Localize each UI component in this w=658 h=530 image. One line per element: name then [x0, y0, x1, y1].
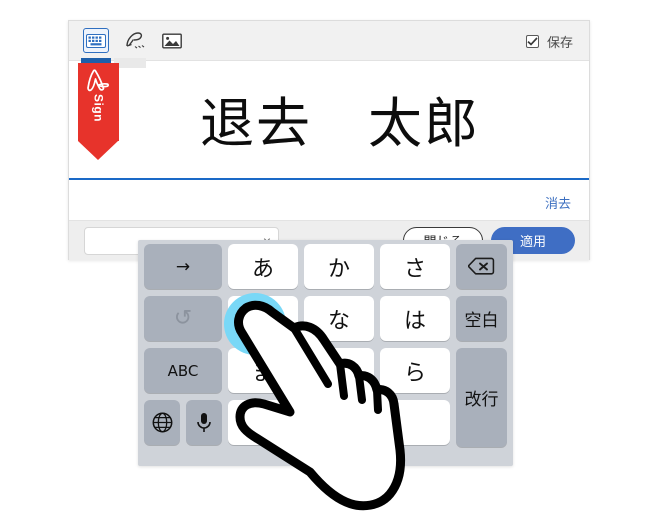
save-checkbox-group[interactable]: 保存	[525, 32, 573, 51]
key-globe[interactable]	[144, 400, 180, 445]
key-undo[interactable]: ↺	[144, 296, 222, 341]
screenshot-root: 保存 退去 太郎 消去 × 閉じる 適用	[0, 0, 658, 530]
adobe-sign-ribbon[interactable]: Sign	[78, 63, 119, 160]
signature-text: 退去 太郎	[200, 91, 480, 155]
tool-icon-group	[83, 28, 185, 53]
erase-link[interactable]: 消去	[545, 193, 571, 212]
hand-cursor-icon	[228, 300, 418, 520]
erase-row: 消去	[69, 180, 589, 220]
mic-icon	[196, 412, 212, 434]
key-ka[interactable]: か	[304, 244, 374, 289]
image-icon	[162, 33, 182, 49]
save-checkbox[interactable]	[525, 35, 539, 48]
ribbon-point	[78, 141, 118, 160]
globe-icon	[152, 412, 173, 433]
key-conversion-arrow[interactable]: →	[144, 244, 222, 289]
signature-canvas[interactable]: 退去 太郎	[69, 61, 589, 179]
backspace-icon	[468, 257, 495, 276]
image-tool-button[interactable]	[159, 28, 185, 53]
key-sa[interactable]: さ	[380, 244, 450, 289]
keyboard-row-1: → あ か さ	[138, 244, 513, 296]
dialog-toolbar: 保存	[69, 21, 589, 61]
key-abc[interactable]: ABC	[144, 348, 222, 393]
save-label: 保存	[546, 35, 573, 50]
keyboard-tool-button[interactable]	[83, 28, 109, 53]
draw-tool-button[interactable]	[121, 28, 147, 53]
key-backspace[interactable]	[456, 244, 507, 289]
ribbon-label: Sign	[91, 94, 106, 122]
signature-dialog: 保存 退去 太郎 消去 × 閉じる 適用	[68, 20, 590, 260]
key-a[interactable]: あ	[228, 244, 298, 289]
key-mic[interactable]	[186, 400, 222, 445]
draw-icon	[123, 31, 145, 51]
keyboard-icon	[86, 33, 106, 48]
key-space[interactable]: 空白	[456, 296, 507, 341]
